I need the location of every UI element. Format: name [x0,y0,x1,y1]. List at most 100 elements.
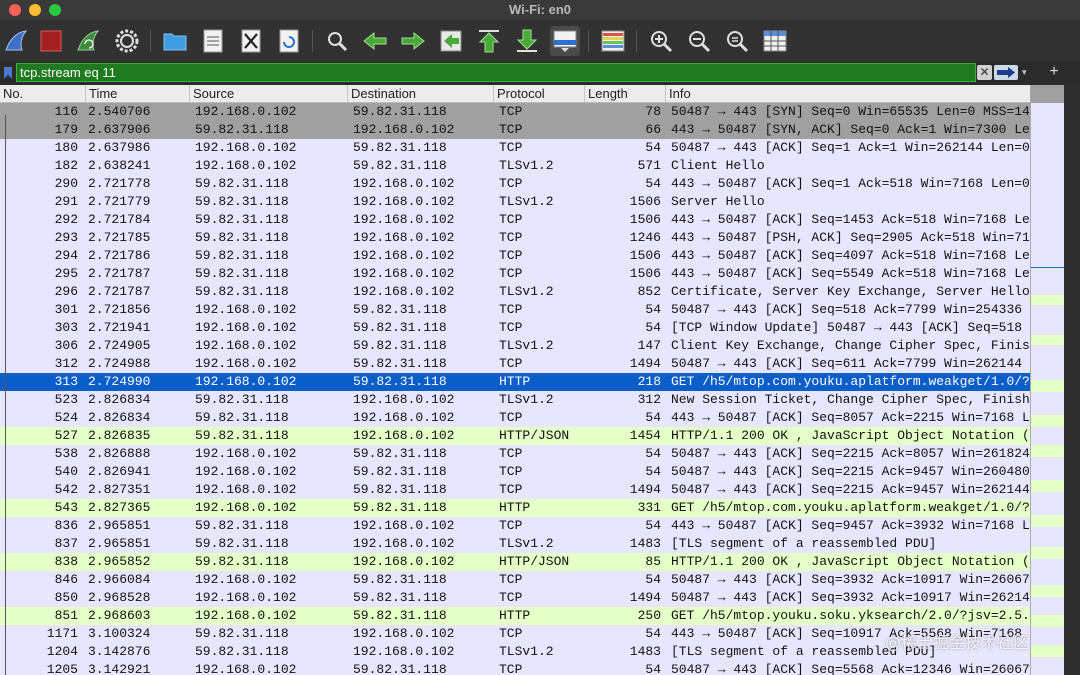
packet-destination: 59.82.31.118 [353,464,447,479]
packet-row[interactable]: 291 2.721779 59.82.31.118 192.168.0.102 TLSv… [0,193,1030,211]
column-header-source[interactable]: Source [189,85,347,102]
packet-source: 192.168.0.102 [195,158,297,173]
packet-length: 54 [645,518,661,533]
column-header-length[interactable]: Length [584,85,665,102]
packet-time: 2.826834 [88,392,151,407]
packet-time: 2.721779 [88,194,151,209]
packet-row[interactable]: 538 2.826888 192.168.0.102 59.82.31.118 TCP 5… [0,445,1030,463]
packet-length: 147 [637,338,661,353]
column-header-destination[interactable]: Destination [347,85,493,102]
go-forward-button[interactable] [398,26,428,56]
zoom-out-button[interactable] [684,26,714,56]
packet-row[interactable]: 290 2.721778 59.82.31.118 192.168.0.102 TCP 5… [0,175,1030,193]
reload-file-button[interactable] [274,26,304,56]
filter-bookmark-button[interactable] [2,65,14,81]
packet-source: 192.168.0.102 [195,608,297,623]
auto-scroll-icon [553,30,577,52]
close-file-button[interactable] [236,26,266,56]
column-header-time[interactable]: Time [85,85,189,102]
start-capture-button[interactable] [2,26,32,56]
packet-number: 538 [54,446,78,461]
packet-row[interactable]: 540 2.826941 192.168.0.102 59.82.31.118 TCP 5… [0,463,1030,481]
open-file-button[interactable] [160,26,190,56]
go-to-first-packet-button[interactable] [474,26,504,56]
packet-length: 54 [645,410,661,425]
column-header-no[interactable]: No. [0,85,85,102]
packet-destination: 59.82.31.118 [353,356,447,371]
window-maximize-button[interactable] [49,4,61,16]
packet-info: Certificate, Server Key Exchange, Server… [671,284,1030,299]
apply-filter-button[interactable] [994,65,1018,80]
packet-destination: 59.82.31.118 [353,104,447,119]
packet-row[interactable]: 543 2.827365 192.168.0.102 59.82.31.118 HTTP… [0,499,1030,517]
vertical-scrollbar[interactable] [1064,85,1080,675]
packet-row[interactable]: 116 2.540706 192.168.0.102 59.82.31.118 TCP 7… [0,103,1030,121]
packet-source: 192.168.0.102 [195,662,297,675]
packet-row[interactable]: 312 2.724988 192.168.0.102 59.82.31.118 TCP 1… [0,355,1030,373]
packet-row[interactable]: 313 2.724990 192.168.0.102 59.82.31.118 HTTP… [0,373,1030,391]
packet-protocol: TCP [499,446,523,461]
packet-row[interactable]: 292 2.721784 59.82.31.118 192.168.0.102 TCP 1… [0,211,1030,229]
clear-filter-button[interactable]: ✕ [977,65,992,80]
go-to-packet-icon [440,30,462,52]
packet-length: 1246 [629,230,661,245]
packet-row[interactable]: 1171 3.100324 59.82.31.118 192.168.0.102 TCP… [0,625,1030,643]
packet-destination: 59.82.31.118 [353,482,447,497]
packet-row[interactable]: 180 2.637986 192.168.0.102 59.82.31.118 TCP 5… [0,139,1030,157]
packet-minimap[interactable] [1030,85,1065,675]
packet-protocol: TLSv1.2 [499,284,554,299]
packet-row[interactable]: 836 2.965851 59.82.31.118 192.168.0.102 TCP 5… [0,517,1030,535]
add-filter-button[interactable]: + [1046,63,1062,81]
packet-destination: 59.82.31.118 [353,320,447,335]
save-file-button[interactable] [198,26,228,56]
packet-source: 59.82.31.118 [195,626,289,641]
auto-scroll-button[interactable] [550,26,580,56]
packet-time: 2.827365 [88,500,151,515]
packet-row[interactable]: 523 2.826834 59.82.31.118 192.168.0.102 TLSv… [0,391,1030,409]
packet-row[interactable]: 837 2.965851 59.82.31.118 192.168.0.102 TLSv… [0,535,1030,553]
colorize-button[interactable] [598,26,628,56]
packet-row[interactable]: 303 2.721941 192.168.0.102 59.82.31.118 TCP 5… [0,319,1030,337]
packet-row[interactable]: 850 2.968528 192.168.0.102 59.82.31.118 TCP 1… [0,589,1030,607]
packet-row[interactable]: 1205 3.142921 192.168.0.102 59.82.31.118 TCP… [0,661,1030,675]
packet-row[interactable]: 524 2.826834 59.82.31.118 192.168.0.102 TCP 5… [0,409,1030,427]
packet-row[interactable]: 838 2.965852 59.82.31.118 192.168.0.102 HTTP… [0,553,1030,571]
packet-row[interactable]: 851 2.968603 192.168.0.102 59.82.31.118 HTTP… [0,607,1030,625]
stop-capture-button[interactable] [36,26,66,56]
packet-row[interactable]: 294 2.721786 59.82.31.118 192.168.0.102 TCP 1… [0,247,1030,265]
packet-info: 443 → 50487 [ACK] Seq=9457 Ack=3932 Win=… [671,518,1030,533]
capture-options-button[interactable] [112,26,142,56]
packet-row[interactable]: 542 2.827351 192.168.0.102 59.82.31.118 TCP 1… [0,481,1030,499]
packet-row[interactable]: 182 2.638241 192.168.0.102 59.82.31.118 TLSv… [0,157,1030,175]
column-header-protocol[interactable]: Protocol [493,85,584,102]
find-packet-button[interactable] [322,26,352,56]
packet-row[interactable]: 301 2.721856 192.168.0.102 59.82.31.118 TCP 5… [0,301,1030,319]
window-minimize-button[interactable] [29,4,41,16]
packet-destination: 192.168.0.102 [353,230,455,245]
packet-number: 116 [54,104,78,119]
restart-capture-button[interactable] [74,26,104,56]
resize-columns-button[interactable] [760,26,790,56]
packet-row[interactable]: 293 2.721785 59.82.31.118 192.168.0.102 TCP 1… [0,229,1030,247]
go-back-button[interactable] [360,26,390,56]
packet-row[interactable]: 846 2.966084 192.168.0.102 59.82.31.118 TCP 5… [0,571,1030,589]
packet-row[interactable]: 179 2.637906 59.82.31.118 192.168.0.102 TCP 6… [0,121,1030,139]
column-header-info[interactable]: Info [665,85,1030,102]
packet-row[interactable]: 296 2.721787 59.82.31.118 192.168.0.102 TLSv… [0,283,1030,301]
filter-history-dropdown[interactable]: ▾ [1022,65,1032,80]
zoom-in-button[interactable] [646,26,676,56]
window-close-button[interactable] [9,4,21,16]
normal-size-button[interactable] [722,26,752,56]
display-filter-input[interactable]: tcp.stream eq 11 [16,63,976,82]
go-to-last-packet-button[interactable] [512,26,542,56]
packet-destination: 192.168.0.102 [353,410,455,425]
conversation-indicator-line [5,115,6,675]
packet-row[interactable]: 306 2.724905 192.168.0.102 59.82.31.118 TLSv… [0,337,1030,355]
packet-protocol: TCP [499,482,523,497]
go-to-packet-button[interactable] [436,26,466,56]
watermark: @稀土掘金技术社区 [885,633,1030,652]
packet-length: 78 [645,104,661,119]
packet-row[interactable]: 527 2.826835 59.82.31.118 192.168.0.102 HTTP… [0,427,1030,445]
packet-row[interactable]: 1204 3.142876 59.82.31.118 192.168.0.102 TLS… [0,643,1030,661]
packet-row[interactable]: 295 2.721787 59.82.31.118 192.168.0.102 TCP 1… [0,265,1030,283]
